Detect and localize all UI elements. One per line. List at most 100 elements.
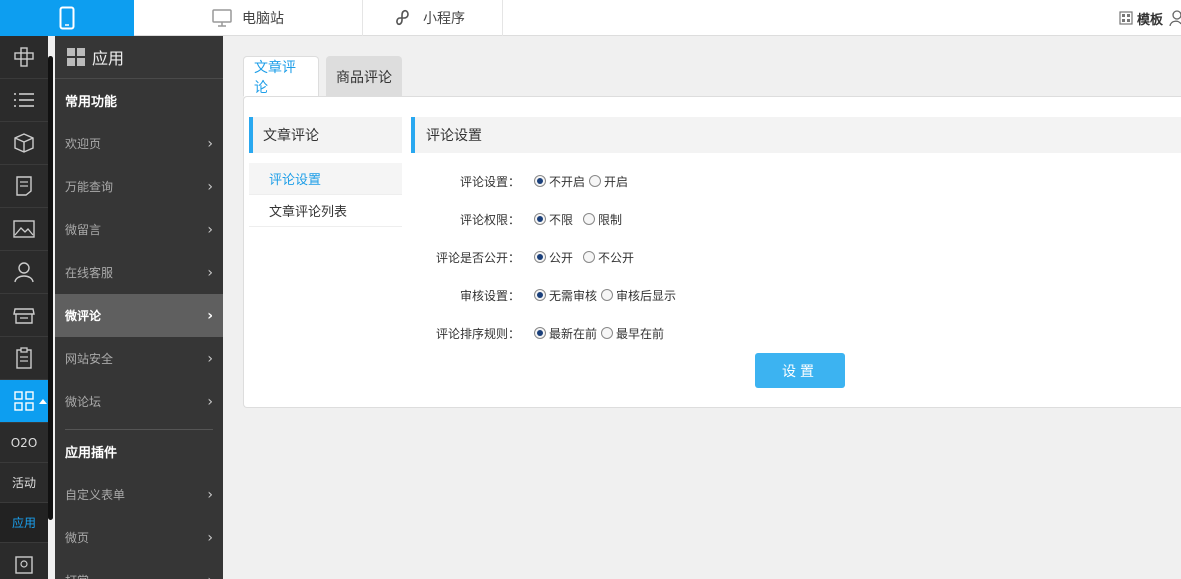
apps-grid-icon (14, 391, 34, 411)
row-comment-public: 评论是否公开： 公开 不公开 (411, 247, 638, 267)
rail-product[interactable] (0, 122, 48, 165)
rail-image[interactable] (0, 543, 48, 579)
radio-unchecked-icon (601, 289, 614, 301)
rail-shop[interactable] (0, 294, 48, 337)
menu-item-comment[interactable]: 微评论 › (55, 294, 223, 337)
section-plugins: 应用插件 (65, 446, 118, 461)
radio-disable[interactable]: 不开启 (534, 173, 585, 190)
settings-form: 评论设置 评论设置： 不开启 开启 评论权限： 不限 限制 评论是否公开： 公开… (411, 117, 1181, 388)
left-nav-title: 文章评论 (249, 117, 402, 153)
radio-label: 无需审核 (549, 288, 598, 303)
radio-unchecked-icon (583, 213, 596, 225)
rail-list[interactable] (0, 79, 48, 122)
mini-program-label: 小程序 (423, 11, 465, 27)
radio-private[interactable]: 不公开 (583, 249, 634, 266)
tab-article-comment[interactable]: 文章评论 (243, 56, 319, 97)
menu-item-label: 微留言 (65, 223, 102, 237)
left-nav: 文章评论 评论设置 文章评论列表 (249, 117, 402, 228)
pc-site-label: 电脑站 (242, 11, 284, 27)
chevron-right-icon: › (207, 573, 213, 579)
phone-icon (59, 6, 75, 30)
field-label: 评论是否公开： (435, 250, 520, 265)
template-button[interactable]: 模板 (1119, 9, 1163, 28)
store-icon (13, 308, 35, 324)
caret-up-icon (39, 399, 47, 404)
settings-panel: 文章评论 评论设置 文章评论列表 评论设置 评论设置： 不开启 开启 评论权限：… (243, 96, 1181, 408)
section-common: 常用功能 (65, 95, 118, 110)
radio-newest-first[interactable]: 最新在前 (534, 325, 597, 342)
radio-unchecked-icon (589, 175, 602, 187)
radio-label: 不限 (549, 212, 574, 227)
field-label: 审核设置： (459, 288, 520, 303)
menu-item-label: 微论坛 (65, 395, 102, 409)
chevron-right-icon: › (207, 393, 213, 410)
radio-review-first[interactable]: 审核后显示 (601, 287, 676, 304)
menu-item-label: 网站安全 (65, 352, 114, 366)
menu-item-reward[interactable]: 打赏 › (55, 559, 223, 579)
mini-program-tab[interactable]: 小程序 (363, 0, 503, 36)
sub-menu-header: 应用 (55, 36, 223, 79)
menu-item-label: 微评论 (65, 309, 102, 323)
field-label: 评论排序规则： (435, 326, 520, 341)
pc-site-tab[interactable]: 电脑站 (134, 0, 363, 36)
rail-picture[interactable] (0, 208, 48, 251)
radio-no-review[interactable]: 无需审核 (534, 287, 597, 304)
radio-limited[interactable]: 限制 (583, 211, 622, 228)
sub-menu: 应用 常用功能 欢迎页 › 万能查询 › 微留言 › 在线客服 › 微评论 › 网站安全 ›… (55, 36, 223, 579)
menu-item-label: 打赏 (65, 572, 89, 579)
menu-item-label: 欢迎页 (65, 137, 102, 151)
radio-oldest-first[interactable]: 最早在前 (601, 325, 664, 342)
rail-decorate[interactable] (0, 36, 48, 79)
radio-label: 审核后显示 (616, 288, 677, 303)
user-icon (14, 262, 34, 283)
radio-public[interactable]: 公开 (534, 249, 573, 266)
radio-unchecked-icon (601, 327, 614, 339)
template-icon (1119, 11, 1133, 25)
left-nav-comment-settings[interactable]: 评论设置 (249, 163, 402, 195)
chevron-right-icon: › (207, 221, 213, 238)
radio-unchecked-icon (583, 251, 596, 263)
menu-item-form[interactable]: 自定义表单 › (55, 473, 223, 516)
radio-label: 不开启 (549, 174, 586, 189)
menu-item-forum[interactable]: 微论坛 › (55, 380, 223, 423)
main-content: 文章评论 商品评论 文章评论 评论设置 文章评论列表 评论设置 评论设置： 不开… (223, 36, 1181, 579)
menu-item-service[interactable]: 在线客服 › (55, 251, 223, 294)
submit-button[interactable]: 设置 (755, 353, 845, 388)
rail-apps[interactable] (0, 380, 48, 423)
rail-article[interactable] (0, 165, 48, 208)
radio-unlimited[interactable]: 不限 (534, 211, 573, 228)
sub-menu-title: 应用 (92, 49, 125, 68)
row-review-setting: 审核设置： 无需审核 审核后显示 (411, 285, 680, 305)
menu-item-welcome[interactable]: 欢迎页 › (55, 122, 223, 165)
tab-product-comment[interactable]: 商品评论 (326, 56, 402, 97)
rail-activity[interactable]: 活动 (0, 463, 48, 503)
menu-item-label: 自定义表单 (65, 488, 126, 502)
chevron-right-icon: › (207, 486, 213, 503)
radio-label: 最早在前 (616, 326, 665, 341)
menu-item-label: 微页 (65, 531, 90, 545)
menu-item-message[interactable]: 微留言 › (55, 208, 223, 251)
radio-label: 公开 (549, 250, 574, 265)
left-nav-comment-list[interactable]: 文章评论列表 (249, 195, 402, 227)
chevron-right-icon: › (207, 529, 213, 546)
apps-grid-icon (67, 48, 85, 66)
row-comment-enable: 评论设置： 不开启 开启 (411, 171, 632, 191)
scrollbar[interactable] (48, 56, 53, 520)
top-bar: 电脑站 小程序 模板 (0, 0, 1181, 36)
rail-order[interactable] (0, 337, 48, 380)
comment-tabs: 文章评论 商品评论 (243, 56, 409, 97)
radio-enable[interactable]: 开启 (589, 173, 628, 190)
document-icon (16, 176, 32, 196)
chevron-right-icon: › (207, 135, 213, 152)
rail-member[interactable] (0, 251, 48, 294)
menu-item-security[interactable]: 网站安全 › (55, 337, 223, 380)
rail-application[interactable]: 应用 (0, 503, 48, 543)
rail-o2o[interactable]: O2O (0, 423, 48, 463)
mobile-site-tab[interactable] (0, 0, 134, 36)
radio-checked-icon (534, 213, 546, 225)
mini-program-icon (396, 9, 409, 26)
chevron-right-icon: › (207, 178, 213, 195)
menu-item-micropage[interactable]: 微页 › (55, 516, 223, 559)
menu-item-query[interactable]: 万能查询 › (55, 165, 223, 208)
user-icon[interactable] (1169, 10, 1181, 26)
